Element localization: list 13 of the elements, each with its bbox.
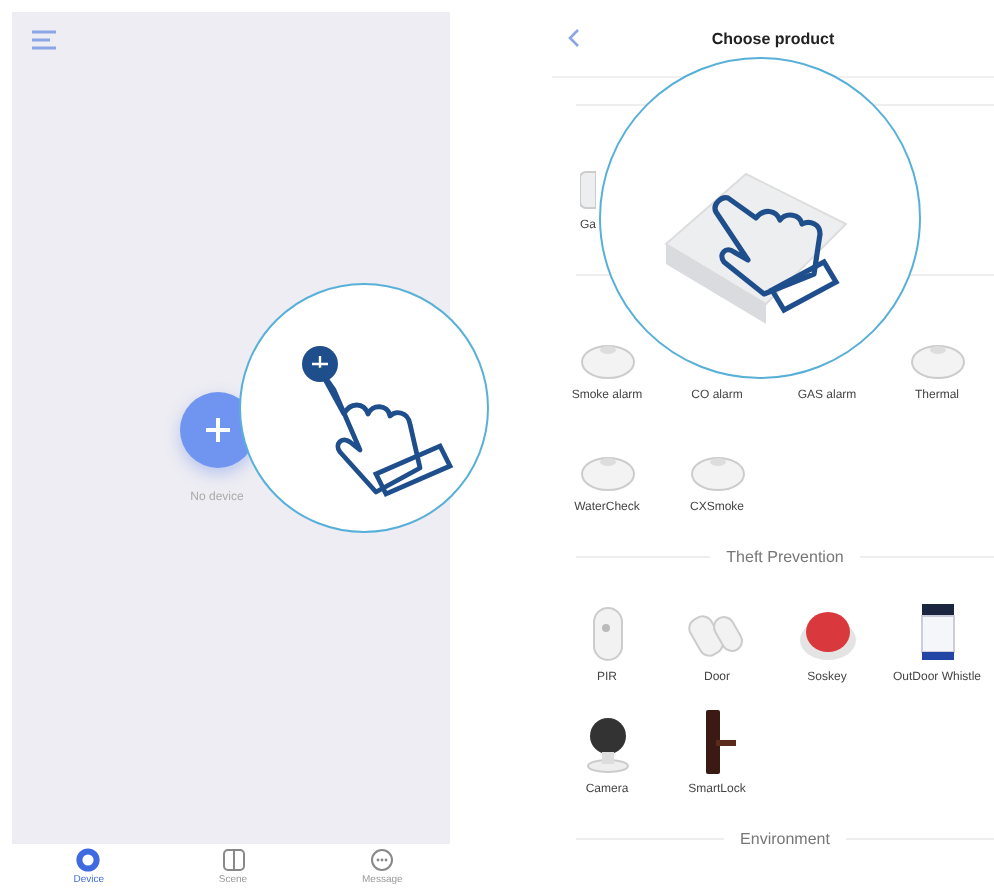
back-icon[interactable] [568, 28, 580, 48]
page-title: Choose product [711, 29, 835, 47]
split-square-icon [221, 848, 245, 872]
ring-icon [76, 848, 101, 872]
motion-sensor-image[interactable] [587, 604, 627, 664]
chat-bubble-icon [370, 848, 395, 872]
menu-icon[interactable] [32, 30, 56, 50]
siren-image[interactable] [917, 600, 957, 664]
section-heading: Environment [740, 830, 830, 848]
gateway-image[interactable] [580, 168, 596, 212]
plus-icon [203, 416, 231, 444]
section-heading: Theft Prevention [726, 548, 844, 566]
camera-image[interactable] [583, 712, 631, 776]
